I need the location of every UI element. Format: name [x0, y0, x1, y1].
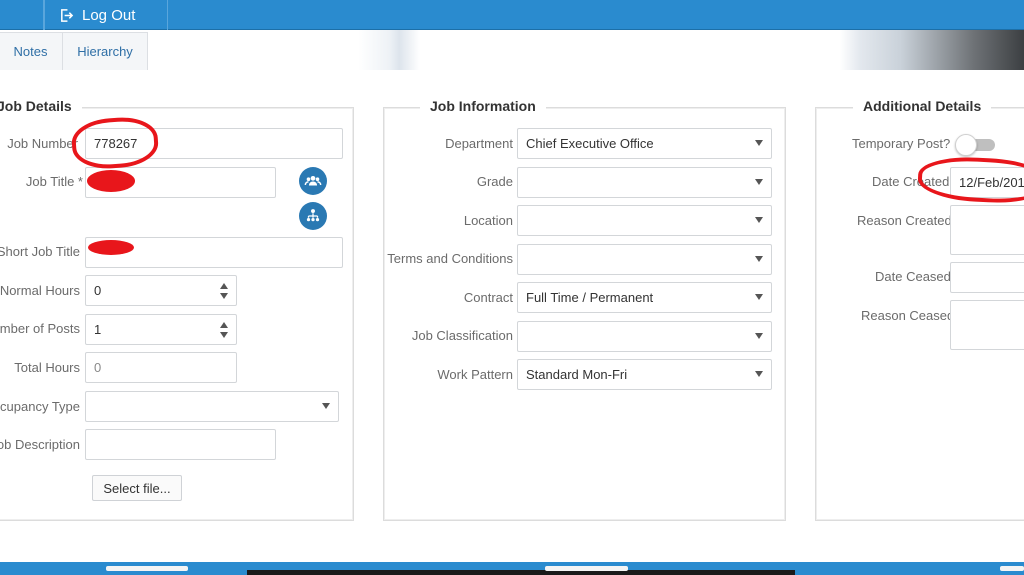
total-hours-label: Total Hours — [14, 360, 80, 375]
work-pattern-value: Standard Mon-Fri — [526, 367, 628, 382]
location-select[interactable] — [517, 205, 772, 236]
normal-hours-stepper[interactable]: 0 — [85, 275, 237, 306]
number-of-posts-stepper[interactable]: 1 — [85, 314, 237, 345]
job-classification-label: Job Classification — [411, 328, 513, 343]
job-details-panel: Job Details Job Number 778267 Job Title … — [0, 98, 354, 521]
job-description-label: Job Description — [0, 437, 80, 452]
reason-created-textarea[interactable] — [950, 205, 1024, 255]
tab-strip: Notes Hierarchy — [0, 30, 1024, 70]
work-pattern-label: Work Pattern — [437, 367, 513, 382]
department-select[interactable]: Chief Executive Office — [517, 128, 772, 159]
chevron-down-icon — [755, 140, 763, 146]
hierarchy-icon — [306, 209, 320, 222]
chevron-down-icon — [755, 371, 763, 377]
grade-label: Grade — [476, 174, 513, 189]
logout-icon — [61, 8, 74, 22]
terms-select[interactable] — [517, 244, 772, 275]
chevron-down-icon — [755, 333, 763, 339]
chevron-down-icon — [322, 403, 330, 409]
total-hours-input[interactable]: 0 — [85, 352, 237, 383]
job-classification-select[interactable] — [517, 321, 772, 352]
date-ceased-label: Date Ceased — [875, 269, 951, 284]
chevron-down-icon — [755, 256, 763, 262]
occupancy-type-label: Occupancy Type — [0, 399, 80, 414]
team-button[interactable] — [299, 167, 327, 195]
chevron-down-icon — [755, 179, 763, 185]
date-ceased-input[interactable] — [950, 262, 1024, 293]
chevron-down-icon — [755, 294, 763, 300]
job-number-label: Job Number — [7, 136, 78, 151]
stepper-arrows-icon[interactable] — [220, 321, 228, 339]
select-file-button[interactable]: Select file... — [92, 475, 182, 501]
job-title-label: Job Title * — [25, 174, 83, 189]
tab-notes-label: Notes — [13, 44, 48, 59]
temporary-post-toggle[interactable] — [955, 134, 995, 156]
number-of-posts-value: 1 — [94, 322, 102, 337]
hierarchy-button[interactable] — [299, 202, 327, 230]
work-pattern-select[interactable]: Standard Mon-Fri — [517, 359, 772, 390]
department-value: Chief Executive Office — [526, 136, 654, 151]
redaction-mark — [88, 240, 134, 255]
occupancy-type-select[interactable] — [85, 391, 339, 422]
department-label: Department — [445, 136, 513, 151]
additional-details-legend: Additional Details — [853, 98, 992, 114]
reason-ceased-textarea[interactable] — [950, 300, 1024, 350]
tab-notes[interactable]: Notes — [0, 32, 63, 70]
logout-label: Log Out — [82, 6, 136, 24]
top-navigation-bar: Log Out — [0, 0, 1024, 30]
temporary-post-label: Temporary Post? — [852, 136, 951, 151]
nav-item-truncated[interactable] — [0, 0, 44, 30]
job-details-legend: Job Details — [0, 98, 82, 114]
tab-hierarchy-label: Hierarchy — [77, 44, 133, 59]
normal-hours-value: 0 — [94, 283, 102, 298]
bottom-tab — [1000, 566, 1024, 571]
number-of-posts-label: Number of Posts — [0, 321, 80, 336]
location-label: Location — [463, 213, 513, 228]
tab-hierarchy[interactable]: Hierarchy — [62, 32, 148, 70]
bottom-tab — [545, 566, 628, 571]
job-information-panel: Job Information Department Chief Executi… — [383, 98, 786, 521]
contract-label: Contract — [463, 290, 513, 305]
bottom-divider — [247, 570, 795, 575]
reason-created-label: Reason Created — [857, 213, 952, 228]
grade-select[interactable] — [517, 167, 772, 198]
contract-value: Full Time / Permanent — [526, 290, 654, 305]
job-description-input[interactable] — [85, 429, 276, 460]
stepper-arrows-icon[interactable] — [220, 282, 228, 300]
contract-select[interactable]: Full Time / Permanent — [517, 282, 772, 313]
chevron-down-icon — [755, 217, 763, 223]
bottom-tab — [106, 566, 188, 571]
terms-label: Terms and Conditions — [387, 251, 513, 266]
redaction-mark — [87, 170, 135, 192]
normal-hours-label: Normal Hours — [0, 283, 80, 298]
short-job-title-label: Short Job Title — [0, 244, 80, 259]
logout-button[interactable]: Log Out — [44, 0, 168, 30]
job-information-legend: Job Information — [420, 98, 546, 114]
team-icon — [304, 175, 322, 186]
bottom-bar — [0, 562, 1024, 575]
reason-ceased-label: Reason Ceased — [861, 308, 955, 323]
